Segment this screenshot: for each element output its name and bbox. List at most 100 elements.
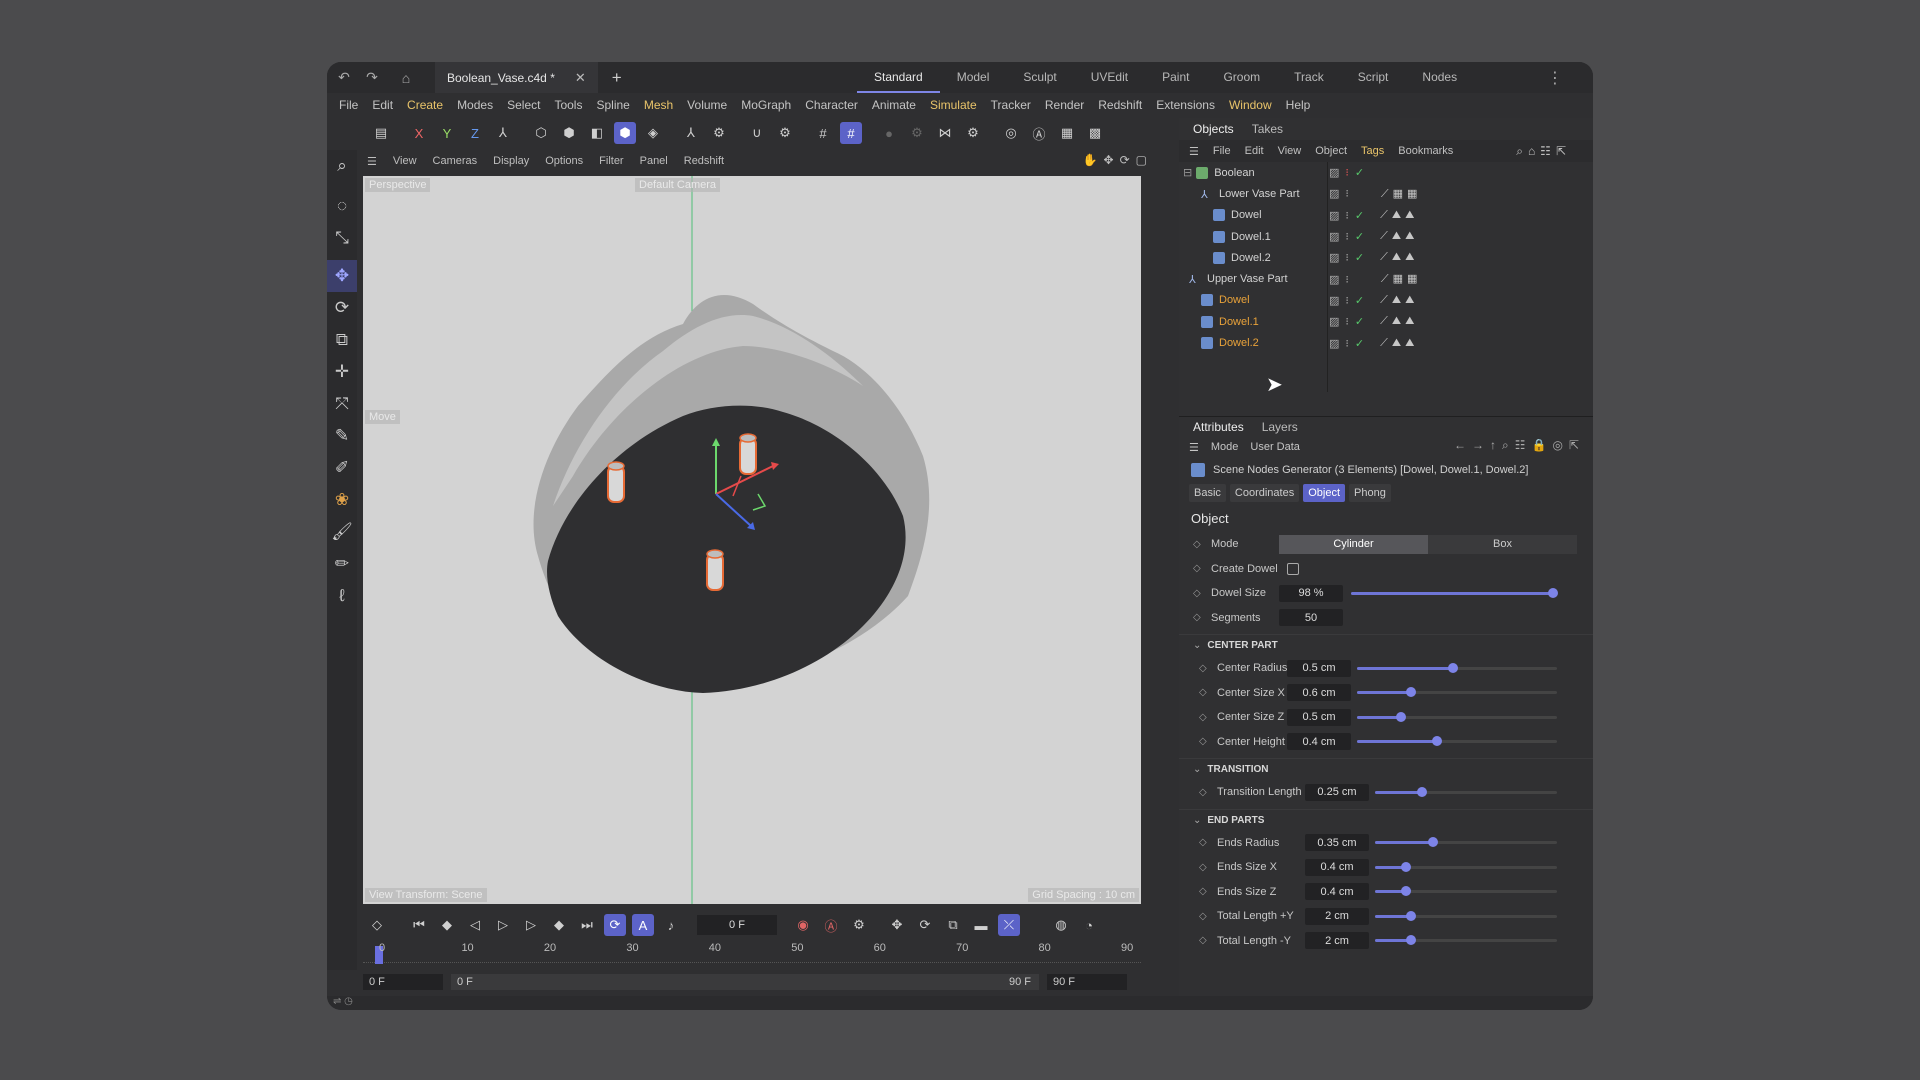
objects-search-icon[interactable]: ⌕⌂☷⇱: [1516, 144, 1571, 159]
subtab-basic[interactable]: Basic: [1189, 484, 1226, 502]
keyframe-diamond-icon[interactable]: ◇: [1199, 911, 1207, 922]
symmetry-icon[interactable]: ⋈: [934, 122, 956, 144]
objects-menu-object[interactable]: Object: [1315, 145, 1347, 157]
param-value-field[interactable]: 0.5 cm: [1287, 659, 1351, 677]
frame-ruler[interactable]: 0 10 20 30 40 50 60 70 80 90: [363, 942, 1141, 972]
hamburger-icon[interactable]: ☰: [1189, 145, 1199, 158]
attributes-mode-menu[interactable]: Mode: [1211, 441, 1239, 453]
menu-redshift[interactable]: Redshift: [1098, 98, 1142, 112]
param-value-field[interactable]: 0.4 cm: [1305, 883, 1369, 901]
param-value-field[interactable]: 0.4 cm: [1287, 733, 1351, 751]
menu-extensions[interactable]: Extensions: [1156, 98, 1215, 112]
keyframe-diamond-icon[interactable]: ◇: [1199, 712, 1207, 723]
param-slider[interactable]: [1357, 711, 1557, 722]
viewport-menu-cameras[interactable]: Cameras: [433, 155, 478, 167]
param-value-field[interactable]: 0.6 cm: [1287, 684, 1351, 702]
home-icon[interactable]: ⌂: [395, 70, 417, 86]
axis-icon[interactable]: ⅄: [680, 122, 702, 144]
objects-menu-view[interactable]: View: [1278, 145, 1302, 157]
dopesheet-icon[interactable]: ◔: [1078, 914, 1100, 936]
menu-help[interactable]: Help: [1286, 98, 1311, 112]
objects-menu-bookmarks[interactable]: Bookmarks: [1398, 145, 1453, 157]
symmetry-settings-icon[interactable]: ⚙: [962, 122, 984, 144]
viewport-menu-redshift[interactable]: Redshift: [684, 155, 724, 167]
range-end-field[interactable]: 90 F: [1047, 974, 1127, 990]
menu-simulate[interactable]: Simulate: [930, 98, 977, 112]
key-rotation-icon[interactable]: ⟳: [914, 914, 936, 936]
record-settings-icon[interactable]: ⚙: [906, 122, 928, 144]
layout-tab-standard[interactable]: Standard: [857, 62, 940, 93]
param-slider[interactable]: [1375, 886, 1557, 897]
viewport-menu-options[interactable]: Options: [545, 155, 583, 167]
go-to-end-icon[interactable]: ⏭: [576, 914, 598, 936]
grid-icon[interactable]: #: [812, 122, 834, 144]
magnet-icon[interactable]: ∪: [746, 122, 768, 144]
viewport-label-camera[interactable]: Default Camera: [635, 178, 721, 192]
y-axis-icon[interactable]: Y: [436, 122, 458, 144]
rotate-icon[interactable]: ⟳: [327, 292, 357, 324]
create-dowel-checkbox[interactable]: [1287, 562, 1299, 575]
model-mode-icon[interactable]: ⬢: [614, 122, 636, 144]
object-flags[interactable]: ▨ ⁝ ✓ ⟋⛰⛰: [1329, 290, 1418, 311]
hair-icon[interactable]: ℓ: [327, 580, 357, 612]
keyframe-icon[interactable]: ◇: [366, 914, 388, 936]
polygons-mode-icon[interactable]: ◧: [586, 122, 608, 144]
hamburger-icon[interactable]: ☰: [367, 155, 377, 168]
subtab-phong[interactable]: Phong: [1349, 484, 1391, 502]
menu-tracker[interactable]: Tracker: [991, 98, 1031, 112]
layout-tab-model[interactable]: Model: [940, 62, 1007, 93]
key-settings-icon[interactable]: ⚙: [848, 914, 870, 936]
menu-render[interactable]: Render: [1045, 98, 1084, 112]
menu-mesh[interactable]: Mesh: [644, 98, 673, 112]
layout-tab-sculpt[interactable]: Sculpt: [1006, 62, 1073, 93]
fcurve-icon[interactable]: ◍: [1050, 914, 1072, 936]
scale-icon[interactable]: ⧉: [327, 324, 357, 356]
list-item[interactable]: ⅄ Upper Vase Part ▨ ⁝ ⟋▦▦: [1179, 268, 1593, 289]
menu-create[interactable]: Create: [407, 98, 443, 112]
tweak-icon[interactable]: ⤡: [327, 222, 357, 254]
prev-frame-icon[interactable]: ◁: [464, 914, 486, 936]
place-icon[interactable]: ⤧: [327, 388, 357, 420]
menu-window[interactable]: Window: [1229, 98, 1272, 112]
render-settings-icon[interactable]: ▦: [1056, 122, 1078, 144]
param-slider[interactable]: [1357, 736, 1557, 747]
param-value-field[interactable]: 2 cm: [1305, 932, 1369, 950]
param-slider[interactable]: [1375, 837, 1557, 848]
render-region-icon[interactable]: ◎: [1000, 122, 1022, 144]
keyframe-diamond-icon[interactable]: ◇: [1199, 687, 1207, 698]
object-flags[interactable]: ▨ ⁝ ✓ ⟋⛰⛰: [1329, 311, 1418, 332]
param-value-field[interactable]: 0.25 cm: [1305, 783, 1369, 801]
menu-spline[interactable]: Spline: [596, 98, 629, 112]
keyframe-diamond-icon[interactable]: ◇: [1193, 563, 1201, 574]
auto-keyframe-icon[interactable]: A: [632, 914, 654, 936]
more-icon[interactable]: ⋮: [1547, 68, 1563, 88]
record-icon[interactable]: ◉: [792, 914, 814, 936]
subtab-object[interactable]: Object: [1303, 484, 1346, 502]
object-flags[interactable]: ▨ ⁝ ✓ ⟋⛰⛰: [1329, 205, 1418, 226]
param-value-field[interactable]: 0.5 cm: [1287, 708, 1351, 726]
list-item[interactable]: Dowel.1 ▨ ⁝ ✓ ⟋⛰⛰: [1179, 311, 1593, 332]
keyframe-diamond-icon[interactable]: ◇: [1199, 736, 1207, 747]
list-item[interactable]: Dowel.2 ▨ ⁝ ✓ ⟋⛰⛰: [1179, 247, 1593, 268]
group-end-parts[interactable]: ⌄ END PARTS: [1179, 808, 1593, 831]
list-item[interactable]: Dowel.2 ▨ ⁝ ✓ ⟋⛰⛰: [1179, 332, 1593, 353]
keyframe-diamond-icon[interactable]: ◇: [1199, 862, 1207, 873]
clapper-icon[interactable]: ▤: [370, 122, 392, 144]
next-key-icon[interactable]: ◆: [548, 914, 570, 936]
tab-objects[interactable]: Objects: [1193, 122, 1234, 136]
transfer-icon[interactable]: ✛: [327, 356, 357, 388]
tab-takes[interactable]: Takes: [1252, 122, 1283, 136]
search-icon[interactable]: ⌕: [327, 150, 357, 182]
param-slider[interactable]: [1357, 662, 1557, 673]
list-item[interactable]: Dowel.1 ▨ ⁝ ✓ ⟋⛰⛰: [1179, 226, 1593, 247]
layout-tab-script[interactable]: Script: [1341, 62, 1406, 93]
param-slider[interactable]: [1357, 687, 1557, 698]
key-scale-icon[interactable]: ⧉: [942, 914, 964, 936]
paint-icon[interactable]: ✏: [327, 548, 357, 580]
redshift-icon[interactable]: Ⓐ: [1028, 122, 1050, 144]
points-mode-icon[interactable]: ⬡: [530, 122, 552, 144]
prev-key-icon[interactable]: ◆: [436, 914, 458, 936]
param-slider[interactable]: [1375, 935, 1557, 946]
texture-mode-icon[interactable]: ◈: [642, 122, 664, 144]
attributes-nav-icons[interactable]: ←→↑⌕☷🔒◎⇱: [1454, 438, 1585, 453]
